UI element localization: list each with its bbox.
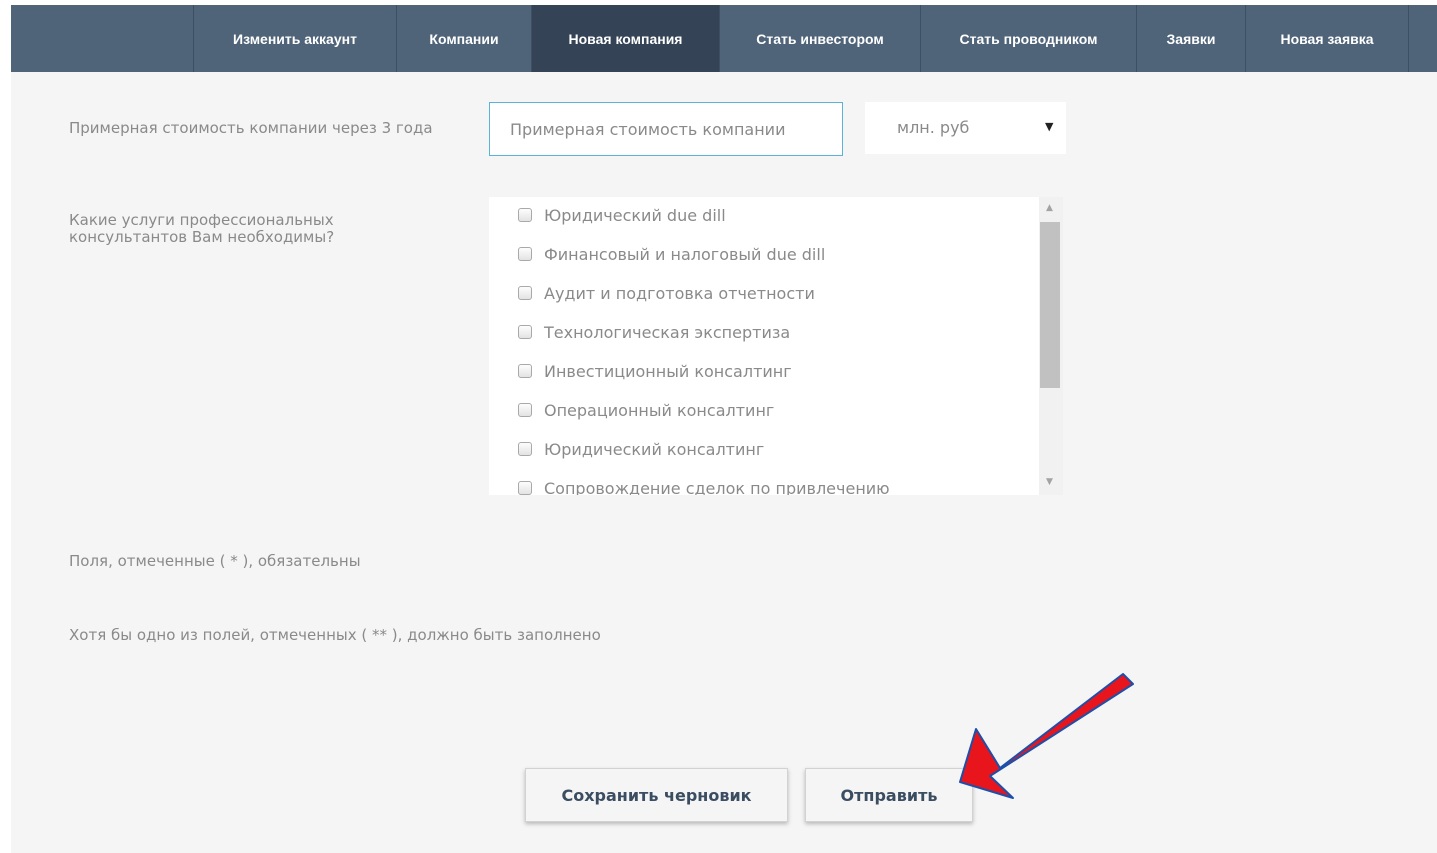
annotation-arrow-shape bbox=[959, 673, 1134, 799]
red-arrow-icon bbox=[959, 673, 1134, 799]
